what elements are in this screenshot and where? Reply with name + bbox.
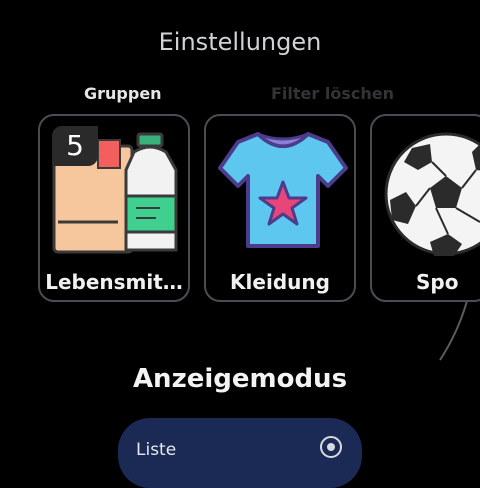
page-title: Einstellungen [158, 28, 322, 56]
radio-dot [327, 443, 335, 451]
group-card-clothes[interactable]: Kleidung [204, 114, 356, 302]
clear-filter-button[interactable]: Filter löschen [271, 84, 394, 103]
soccer-ball-icon [382, 130, 480, 264]
option-label: Liste [136, 440, 177, 460]
tab-groups[interactable]: Gruppen [84, 84, 162, 103]
group-label: Spo [416, 270, 459, 294]
group-card-groceries[interactable]: 5 Lebensmit… [38, 114, 190, 302]
tshirt-icon [218, 124, 348, 258]
radio-button-selected[interactable] [320, 436, 342, 458]
group-label: Kleidung [230, 270, 330, 294]
group-label: Lebensmit… [45, 270, 183, 294]
display-mode-option-list[interactable]: Liste [118, 418, 362, 488]
item-count-badge: 5 [52, 126, 98, 166]
display-mode-title: Anzeigemodus [132, 364, 348, 394]
group-card-sports[interactable]: Spo [370, 114, 480, 302]
